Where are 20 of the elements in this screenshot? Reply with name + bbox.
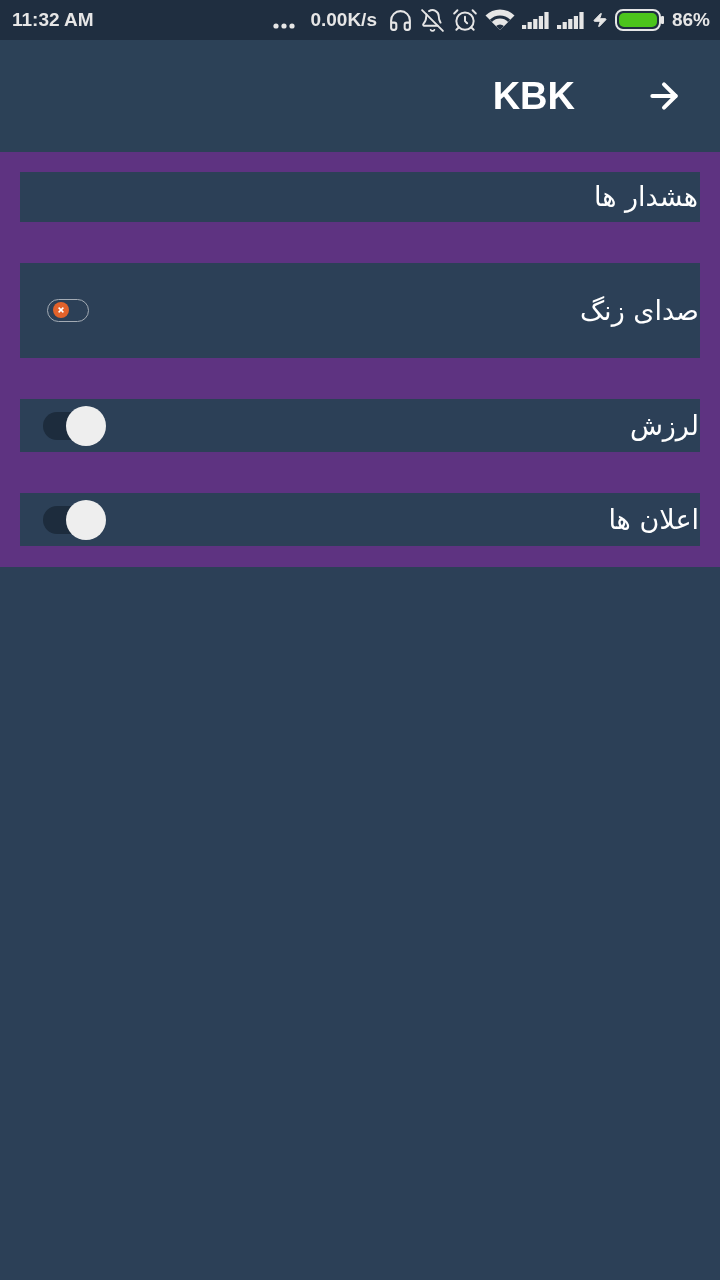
network-speed-text: 0.00K/s [310,9,377,31]
setting-label: لرزش [629,408,700,444]
bell-off-icon [419,7,445,33]
toggle-switch[interactable] [42,499,106,540]
charging-bolt-icon [591,12,608,28]
signal-icon [556,11,585,29]
cross-icon [53,302,69,318]
more-dots-icon [273,23,296,29]
section-heading: هشدار ها [20,172,700,222]
setting-label: صدای زنگ [579,293,700,329]
battery-percent-text: 86% [671,9,710,31]
time-text: 11:32 AM [12,9,94,31]
signal-icon [521,11,550,29]
wifi-icon [484,9,515,31]
alarm-clock-icon [451,7,478,33]
battery-icon [614,9,665,31]
setting-label: اعلان ها [608,502,700,537]
toggle-switch[interactable] [42,405,106,446]
headphones-icon [387,7,413,33]
app-title: KBK [492,74,575,118]
